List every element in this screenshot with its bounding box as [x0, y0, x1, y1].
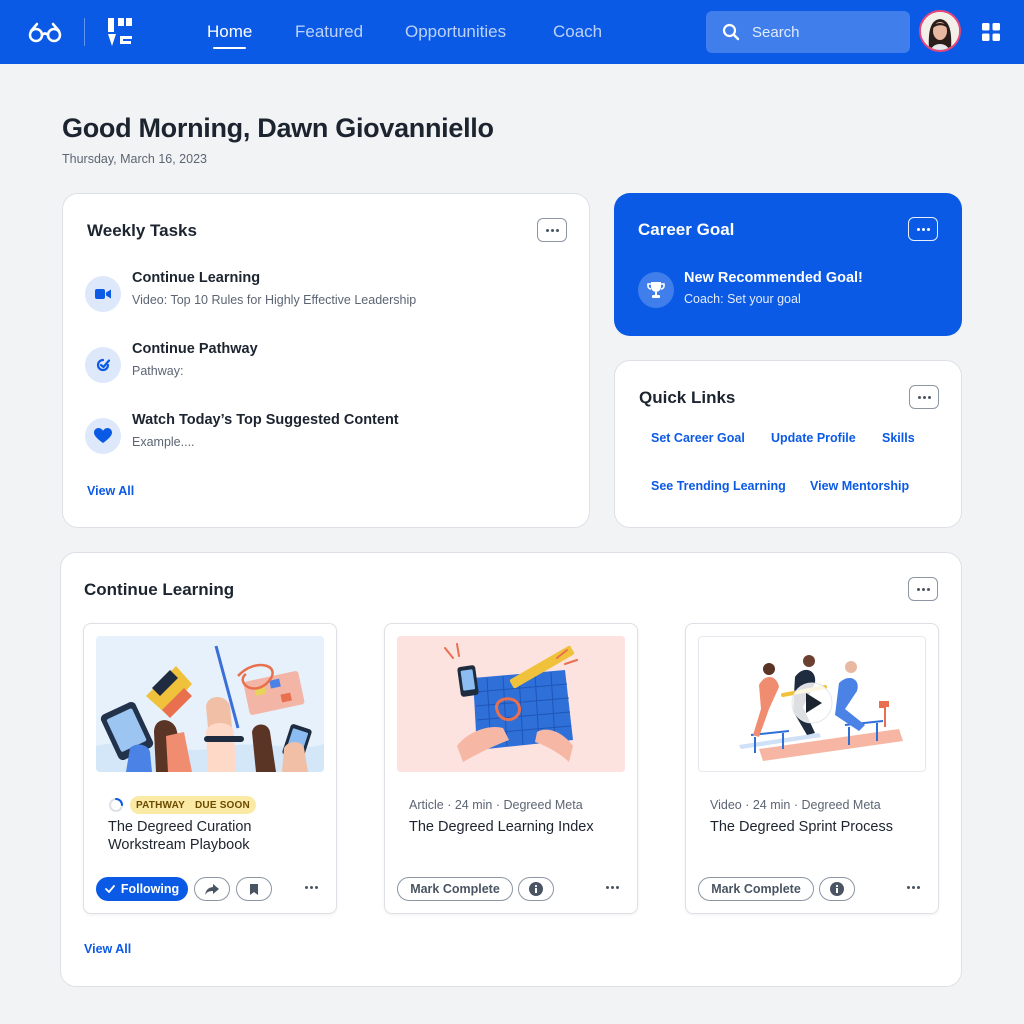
weekly-tasks-view-all-link[interactable]: View All — [87, 484, 134, 498]
top-navigation-bar: Home Featured Opportunities Coach — [0, 0, 1024, 64]
card-thumbnail-image — [397, 636, 625, 772]
task-subtitle: Video: Top 10 Rules for Highly Effective… — [132, 293, 417, 307]
page-title: Good Morning, Dawn Giovanniello — [62, 113, 494, 143]
card-status-badges: PATHWAY DUE SOON — [108, 796, 256, 814]
card-thumbnail-image — [96, 636, 324, 772]
quick-links-title: Quick Links — [639, 388, 736, 407]
following-button[interactable]: Following — [96, 877, 188, 901]
mark-complete-label: Mark Complete — [711, 882, 801, 896]
avatar-image-icon — [921, 12, 959, 50]
quick-link-set-career-goal[interactable]: Set Career Goal — [651, 431, 745, 445]
info-icon — [529, 882, 543, 896]
card-title[interactable]: The Degreed Sprint Process — [710, 818, 920, 836]
info-button[interactable] — [518, 877, 554, 901]
card-meta: Video · 24 min · Degreed Meta — [710, 798, 881, 812]
info-icon — [830, 882, 844, 896]
pathway-icon — [85, 347, 121, 383]
task-subtitle: Example.... — [132, 435, 195, 449]
trophy-icon — [638, 272, 674, 308]
progress-spinner-icon — [109, 798, 123, 812]
nav-tab-coach[interactable]: Coach — [553, 22, 602, 42]
share-arrow-icon — [205, 883, 219, 895]
nav-tab-home[interactable]: Home — [207, 22, 252, 49]
search-input[interactable] — [752, 11, 902, 53]
company-logo-icon[interactable] — [106, 16, 136, 48]
task-title: Continue Learning — [132, 270, 261, 286]
badge-type-label: PATHWAY — [136, 799, 185, 811]
share-button[interactable] — [194, 877, 230, 901]
search-icon — [722, 23, 740, 41]
career-goal-more-button[interactable] — [908, 217, 938, 241]
quick-link-skills[interactable]: Skills — [882, 431, 915, 445]
bookmark-icon — [250, 883, 258, 895]
mark-complete-button[interactable]: Mark Complete — [397, 877, 513, 901]
following-label: Following — [120, 882, 180, 896]
continue-learning-title: Continue Learning — [84, 580, 235, 599]
task-continue-learning[interactable]: Continue Learning Video: Top 10 Rules fo… — [85, 270, 585, 316]
card-meta: Article · 24 min · Degreed Meta — [409, 798, 583, 812]
card-more-options-icon[interactable] — [907, 886, 921, 892]
task-suggested-content[interactable]: Watch Today’s Top Suggested Content Exam… — [85, 412, 585, 458]
nav-tab-featured[interactable]: Featured — [295, 22, 363, 42]
badge-status-label: DUE SOON — [195, 799, 250, 811]
user-avatar[interactable] — [919, 10, 961, 52]
learning-card-learning-index[interactable]: Article · 24 min · Degreed Meta The Degr… — [384, 623, 638, 914]
quick-links-card: Quick Links Set Career Goal Update Profi… — [614, 360, 962, 528]
quick-link-update-profile[interactable]: Update Profile — [771, 431, 856, 445]
card-more-options-icon[interactable] — [305, 886, 319, 892]
glasses-logo-icon[interactable] — [28, 20, 62, 44]
weekly-tasks-card: Weekly Tasks Continue Learning Video: To… — [62, 193, 590, 528]
quick-link-see-trending-learning[interactable]: See Trending Learning — [651, 479, 786, 493]
weekly-tasks-more-button[interactable] — [537, 218, 567, 242]
task-title: Watch Today’s Top Suggested Content — [132, 412, 399, 428]
bookmark-button[interactable] — [236, 877, 272, 901]
task-subtitle: Pathway: — [132, 364, 184, 378]
weekly-tasks-title: Weekly Tasks — [87, 221, 197, 240]
task-title: Continue Pathway — [132, 341, 258, 357]
task-continue-pathway[interactable]: Continue Pathway Pathway: — [85, 341, 585, 387]
learning-card-sprint-process[interactable]: Video · 24 min · Degreed Meta The Degree… — [685, 623, 939, 914]
career-goal-item-title[interactable]: New Recommended Goal! — [684, 270, 863, 286]
nav-tab-opportunities[interactable]: Opportunities — [405, 22, 506, 42]
career-goal-title: Career Goal — [638, 220, 735, 239]
quick-link-view-mentorship[interactable]: View Mentorship — [810, 479, 909, 493]
apps-grid-icon[interactable] — [982, 23, 1000, 41]
mark-complete-label: Mark Complete — [410, 882, 500, 896]
card-thumbnail-image — [698, 636, 926, 772]
career-goal-item-subtitle: Coach: Set your goal — [684, 292, 801, 306]
current-date: Thursday, March 16, 2023 — [62, 152, 207, 166]
search-box[interactable] — [706, 11, 910, 53]
mark-complete-button[interactable]: Mark Complete — [698, 877, 814, 901]
continue-learning-more-button[interactable] — [908, 577, 938, 601]
card-title[interactable]: The Degreed Learning Index — [409, 818, 619, 836]
card-title[interactable]: The Degreed Curation Workstream Playbook — [108, 818, 318, 854]
card-more-options-icon[interactable] — [606, 886, 620, 892]
video-icon — [85, 276, 121, 312]
learning-card-curation-playbook[interactable]: PATHWAY DUE SOON The Degreed Curation Wo… — [83, 623, 337, 914]
continue-learning-view-all-link[interactable]: View All — [84, 942, 131, 956]
quick-links-more-button[interactable] — [909, 385, 939, 409]
nav-divider — [84, 18, 85, 46]
pathway-due-soon-badge: PATHWAY DUE SOON — [130, 796, 256, 814]
heart-icon — [85, 418, 121, 454]
checkmark-icon — [104, 885, 115, 893]
career-goal-card: Career Goal New Recommended Goal! Coach:… — [614, 193, 962, 336]
info-button[interactable] — [819, 877, 855, 901]
